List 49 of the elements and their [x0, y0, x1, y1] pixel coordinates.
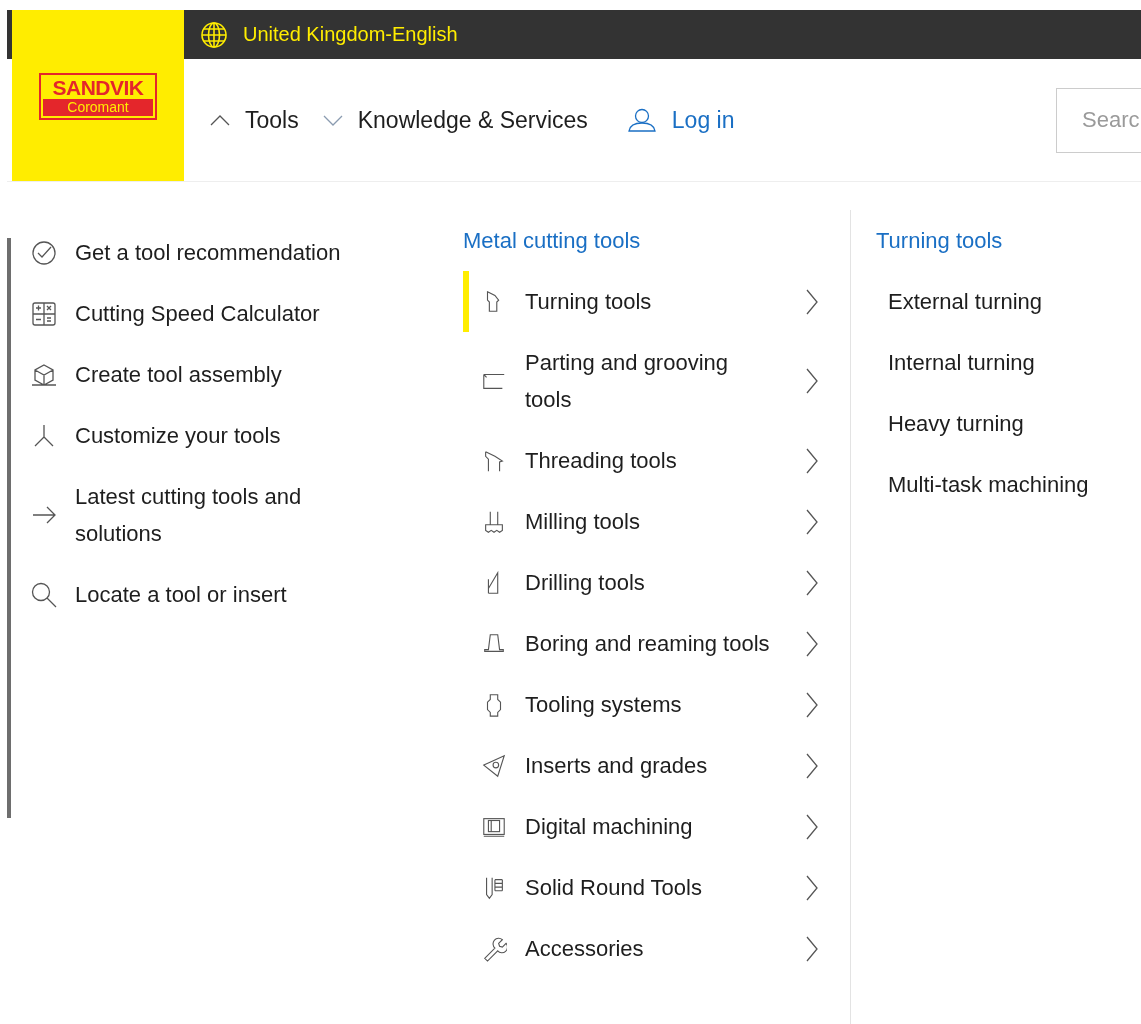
- category-link[interactable]: Drilling tools: [463, 552, 850, 613]
- nav-menu-button[interactable]: Tools: [210, 106, 299, 134]
- subcategory-link[interactable]: External turning: [876, 271, 1141, 332]
- subcategory-link[interactable]: Multi-task machining: [876, 454, 1141, 515]
- quick-link[interactable]: Customize your tools: [30, 405, 463, 466]
- chevron-right-icon: [806, 508, 818, 535]
- chevron-right-icon: [806, 630, 818, 657]
- login-link[interactable]: Log in: [627, 106, 735, 134]
- category-link[interactable]: Tooling systems: [463, 674, 850, 735]
- logo[interactable]: SANDVIK Coromant: [39, 73, 157, 120]
- quick-link[interactable]: Cutting Speed Calculator: [30, 283, 463, 344]
- insert-icon: [481, 752, 507, 779]
- category-link[interactable]: Boring and reaming tools: [463, 613, 850, 674]
- subcategory-link[interactable]: Heavy turning: [876, 393, 1141, 454]
- category-link[interactable]: Digital machining: [463, 796, 850, 857]
- category-link[interactable]: Turning tools: [463, 271, 850, 332]
- globe-icon[interactable]: [200, 20, 228, 49]
- chevron-right-icon: [806, 935, 818, 962]
- category-link[interactable]: Accessories: [463, 918, 850, 979]
- wrench-icon: [481, 935, 507, 962]
- chevron-right-icon: [806, 447, 818, 474]
- chevron-right-icon: [806, 368, 818, 394]
- chevron-right-icon: [806, 569, 818, 596]
- quick-link[interactable]: Latest cutting tools and solutions: [30, 466, 463, 564]
- chevron-right-icon: [806, 288, 818, 315]
- subcategory-link[interactable]: Internal turning: [876, 332, 1141, 393]
- subcategory-heading-link[interactable]: Turning tools: [876, 222, 1141, 271]
- chevron-right-icon: [806, 813, 818, 840]
- category-link[interactable]: Parting and grooving tools: [463, 332, 850, 430]
- quick-link[interactable]: Get a tool recommendation: [30, 222, 463, 283]
- category-link[interactable]: Inserts and grades: [463, 735, 850, 796]
- category-heading-link[interactable]: Metal cutting tools: [463, 222, 850, 271]
- search-field[interactable]: Searc: [1056, 87, 1141, 153]
- calculator-icon: [30, 299, 58, 328]
- quick-link[interactable]: Locate a tool or insert: [30, 564, 463, 625]
- check-circle-icon: [30, 238, 58, 267]
- chevron-right-icon: [806, 691, 818, 718]
- quick-link[interactable]: Create tool assembly: [30, 344, 463, 405]
- search-icon: [30, 580, 58, 609]
- category-link[interactable]: Threading tools: [463, 430, 850, 491]
- chevron-icon: [210, 114, 230, 126]
- category-link[interactable]: Milling tools: [463, 491, 850, 552]
- category-link[interactable]: Solid Round Tools: [463, 857, 850, 918]
- chevron-icon: [322, 114, 343, 126]
- chevron-right-icon: [806, 752, 818, 779]
- language-link[interactable]: United Kingdom-English: [243, 23, 458, 46]
- chevron-right-icon: [806, 874, 818, 901]
- nav-menu-button[interactable]: Knowledge & Services: [322, 106, 588, 134]
- user-icon: [627, 108, 656, 132]
